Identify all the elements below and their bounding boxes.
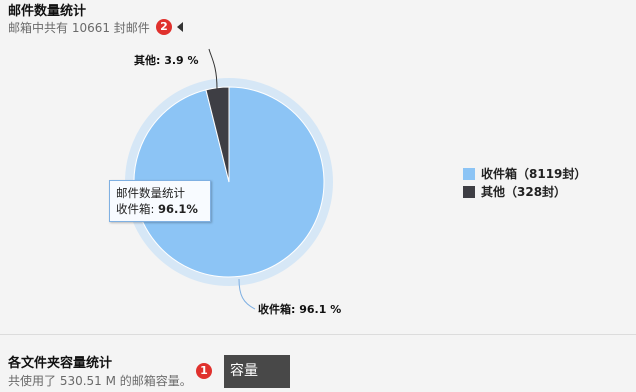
tooltip-label: 收件箱: [116, 202, 155, 216]
folder-capacity-subtitle: 共使用了 530.51 M 的邮箱容量。 [8, 374, 192, 388]
tooltip-body: 收件箱: 96.1% [116, 201, 204, 217]
tooltip-title: 邮件数量统计 [116, 186, 185, 200]
annotation-badge-2: 2 [156, 19, 172, 35]
folder-capacity-title: 各文件夹容量统计 [8, 356, 113, 371]
data-label-inbox: 收件箱: 96.1 % [258, 302, 341, 316]
legend-swatch-other [463, 185, 475, 198]
annotation-badge-1: 1 [196, 363, 212, 379]
legend-label-other: 其他（328封） [481, 185, 567, 199]
capacity-tab-button[interactable]: 容量 [224, 355, 290, 388]
tooltip-value: 96.1% [158, 202, 198, 216]
legend-label-inbox: 收件箱（8119封） [481, 167, 587, 181]
mail-count-title: 邮件数量统计 [8, 4, 87, 19]
arrow-left-icon [177, 22, 183, 32]
legend-item-other[interactable]: 其他（328封） [463, 183, 566, 200]
legend-item-inbox[interactable]: 收件箱（8119封） [463, 165, 586, 182]
data-label-other: 其他: 3.9 % [134, 53, 199, 67]
section-divider [0, 334, 636, 335]
chart-tooltip: 邮件数量统计 收件箱: 96.1% [109, 180, 211, 222]
mail-count-subtitle: 邮箱中共有 10661 封邮件 [8, 21, 150, 35]
legend-swatch-inbox [463, 167, 475, 180]
